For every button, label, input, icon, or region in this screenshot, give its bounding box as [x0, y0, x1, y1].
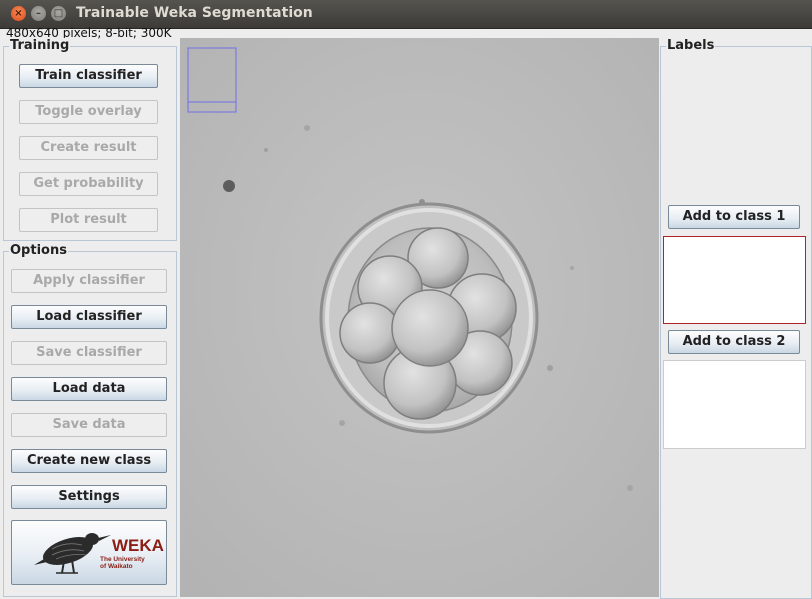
add-to-class-2-button[interactable]: Add to class 2 [668, 330, 800, 354]
weka-logo-name: WEKA [112, 536, 164, 555]
maximize-window-button[interactable]: □ [51, 6, 66, 21]
add-to-class-1-button[interactable]: Add to class 1 [668, 205, 800, 229]
options-legend: Options [9, 243, 68, 259]
labels-legend: Labels [666, 38, 716, 54]
training-panel: Training Train classifier Toggle overlay… [3, 38, 177, 241]
apply-classifier-button[interactable]: Apply classifier [11, 269, 167, 293]
window-title: Trainable Weka Segmentation [76, 5, 313, 21]
weka-logo-line2: of Waikato [100, 563, 133, 570]
toggle-overlay-button[interactable]: Toggle overlay [19, 100, 158, 124]
close-window-button[interactable]: × [11, 6, 26, 21]
class-1-list[interactable] [663, 236, 806, 324]
weka-bird-icon: WEKA The University of Waikato [34, 533, 164, 574]
embryo-image[interactable] [180, 38, 659, 597]
window-titlebar: × – □ Trainable Weka Segmentation [0, 0, 812, 29]
minimize-window-button[interactable]: – [31, 6, 46, 21]
save-data-button[interactable]: Save data [11, 413, 167, 437]
get-probability-button[interactable]: Get probability [19, 172, 158, 196]
settings-button[interactable]: Settings [11, 485, 167, 509]
create-new-class-button[interactable]: Create new class [11, 449, 167, 473]
image-canvas[interactable] [180, 38, 659, 597]
save-classifier-button[interactable]: Save classifier [11, 341, 167, 365]
load-classifier-button[interactable]: Load classifier [11, 305, 167, 329]
train-classifier-button[interactable]: Train classifier [19, 64, 158, 88]
load-data-button[interactable]: Load data [11, 377, 167, 401]
create-result-button[interactable]: Create result [19, 136, 158, 160]
training-legend: Training [9, 38, 71, 54]
labels-panel: Labels Add to class 1 Add to class 2 [660, 38, 812, 599]
weka-logo-line1: The University [100, 556, 145, 563]
plot-result-button[interactable]: Plot result [19, 208, 158, 232]
class-2-list[interactable] [663, 360, 806, 449]
weka-logo-button[interactable]: WEKA The University of Waikato [11, 520, 167, 585]
